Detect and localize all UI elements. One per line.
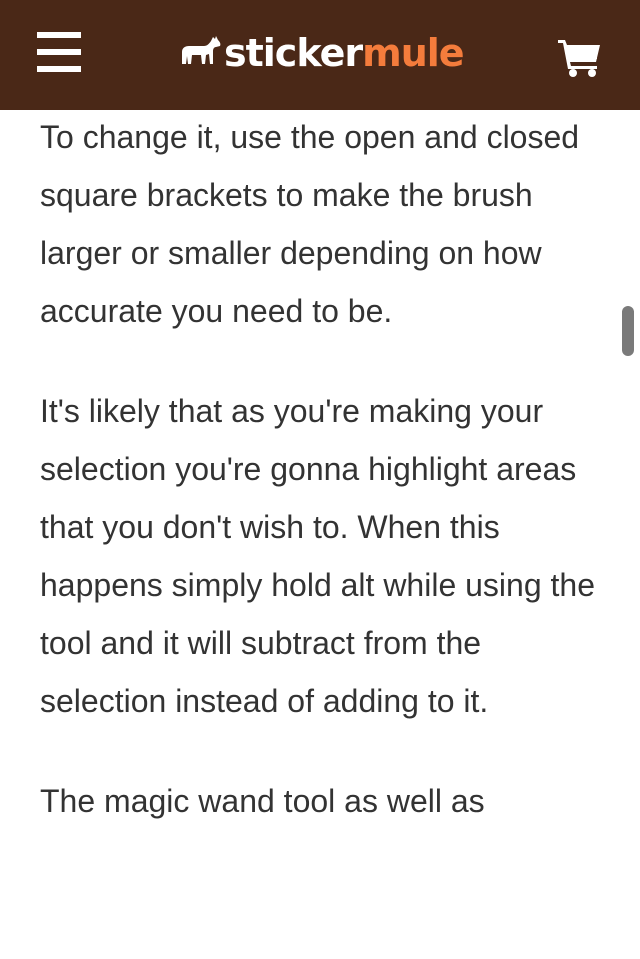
logo-sticker-text: sticker xyxy=(224,31,363,75)
top-nav-bar: stickermule xyxy=(0,0,640,110)
scrollbar-thumb[interactable] xyxy=(622,306,634,356)
logo-wordmark: stickermule xyxy=(224,28,465,78)
article-paragraph: It's likely that as you're making your s… xyxy=(40,393,595,719)
menu-bar-line xyxy=(37,66,81,72)
shopping-cart-icon[interactable] xyxy=(556,36,604,78)
menu-bar-line xyxy=(37,49,81,55)
stickermule-logo[interactable]: stickermule xyxy=(178,28,465,78)
article-paragraph: The magic wand tool as well as xyxy=(40,783,485,819)
logo-mule-text: mule xyxy=(362,31,464,75)
article-body: To change it, use the open and closed sq… xyxy=(40,108,610,872)
article-paragraph: To change it, use the open and closed sq… xyxy=(40,119,580,329)
mule-icon xyxy=(182,36,221,64)
hamburger-menu-icon[interactable] xyxy=(37,32,81,72)
cart-glyph xyxy=(558,40,600,77)
menu-bar-line xyxy=(37,32,81,38)
